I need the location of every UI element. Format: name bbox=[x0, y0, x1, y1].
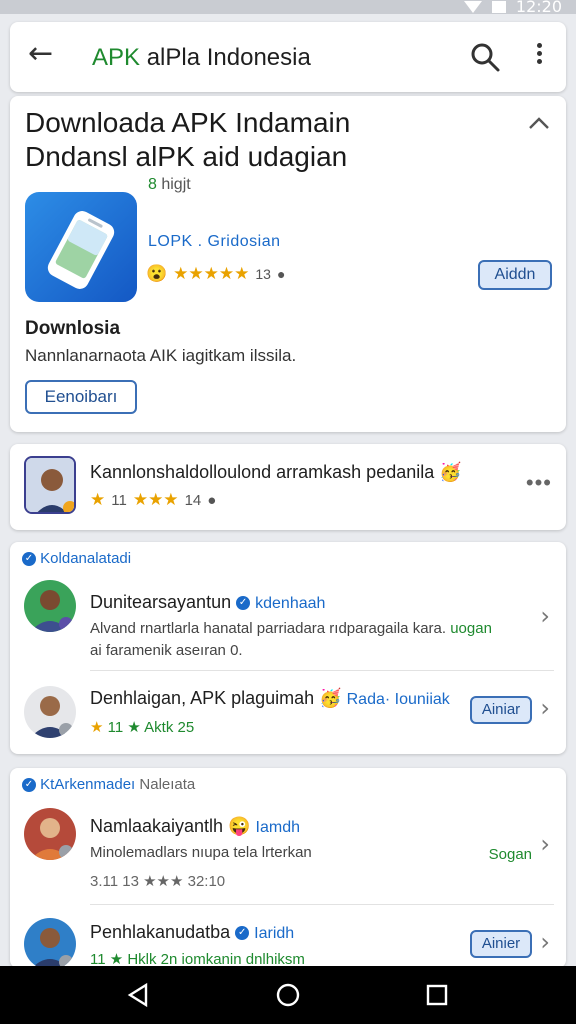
verified-icon: ✓ bbox=[22, 778, 36, 793]
app-heading: Downloada APK Indamain Dndansl alPK aid … bbox=[25, 107, 351, 172]
rating-count: 13 bbox=[255, 266, 271, 282]
chevron-right-icon[interactable]: › bbox=[540, 928, 550, 956]
coin-icon: ● bbox=[207, 491, 217, 509]
app-icon bbox=[25, 192, 137, 302]
back-arrow-icon[interactable]: ← bbox=[28, 36, 53, 71]
item-status: Sogan bbox=[488, 846, 532, 863]
item-action-button[interactable]: Ainiar bbox=[470, 696, 532, 724]
app-rating: 😮 ★★★★★ 13 ● bbox=[146, 264, 285, 284]
featured-title: Kannlonshaldolloulond arramkash pedanila… bbox=[90, 462, 462, 482]
developer-name[interactable]: LOPK . Gridosian bbox=[148, 233, 281, 251]
avatar bbox=[24, 456, 76, 514]
more-horiz-icon[interactable]: ••• bbox=[526, 470, 552, 496]
verified-icon: ✓ bbox=[235, 926, 250, 941]
app-description: Nannlanarnaota AIK iagitkam ilssila. bbox=[25, 346, 297, 365]
list-section-2: ✓ KtArkenmadeı Naleıata Namlaakaiyantlh … bbox=[10, 768, 566, 970]
chevron-right-icon[interactable]: › bbox=[540, 830, 550, 858]
emoji-icon: 😜 bbox=[228, 816, 251, 836]
primary-action-button[interactable]: Eenoibarı bbox=[25, 380, 137, 414]
rating-stars: ★★★★★ bbox=[173, 264, 250, 283]
section-subtitle: Downlosia bbox=[25, 318, 121, 339]
app-detail-card: Downloada APK Indamain Dndansl alPK aid … bbox=[10, 96, 566, 432]
divider bbox=[90, 904, 554, 905]
featured-meta: ★ 11 ★★★ 14 ● bbox=[90, 490, 217, 509]
nav-back-icon[interactable] bbox=[126, 982, 152, 1008]
status-time: 12:20 bbox=[515, 0, 562, 16]
verified-icon: ✓ bbox=[22, 552, 36, 567]
avatar bbox=[24, 918, 76, 970]
app-bar: ← APK alPla Indonesia bbox=[10, 22, 566, 92]
avatar bbox=[24, 580, 76, 632]
item-title: Penhlakanudatba ✓ Iaridh bbox=[90, 922, 295, 942]
item-title: Denhlaigan, APK plaguimah 🥳 Rada· Iounii… bbox=[90, 688, 450, 708]
signal-icon bbox=[463, 0, 482, 13]
divider bbox=[90, 670, 554, 671]
avatar bbox=[24, 808, 76, 860]
emoji-icon: 🥳 bbox=[319, 688, 342, 708]
status-icons: 12:20 bbox=[463, 0, 562, 16]
section-title: ✓ KtArkenmadeı Naleıata bbox=[22, 776, 195, 793]
more-vert-icon[interactable] bbox=[534, 40, 544, 74]
status-bar: 12:20 bbox=[0, 0, 576, 16]
system-nav-bar bbox=[0, 966, 576, 1024]
coin-icon: ● bbox=[276, 266, 286, 282]
star-icon: ★ bbox=[90, 490, 106, 509]
item-description: Minolemadlars nıupa tela lrterkan bbox=[90, 844, 312, 861]
chevron-up-icon[interactable] bbox=[526, 110, 552, 136]
list-item[interactable]: Namlaakaiyantlh 😜 Iamdh Minolemadlars nı… bbox=[10, 804, 566, 904]
install-button[interactable]: Aiddn bbox=[478, 260, 552, 290]
page-title: APK alPla Indonesia bbox=[92, 44, 311, 71]
list-section: ✓ Koldanalatadi Dunitearsayantun ✓ kdenh… bbox=[10, 542, 566, 754]
search-icon[interactable] bbox=[468, 40, 502, 74]
featured-card[interactable]: Kannlonshaldolloulond arramkash pedanila… bbox=[10, 444, 566, 530]
chevron-right-icon[interactable]: › bbox=[540, 694, 550, 722]
avatar bbox=[24, 686, 76, 738]
item-action-button[interactable]: Ainier bbox=[470, 930, 532, 958]
nav-recents-icon[interactable] bbox=[424, 982, 450, 1008]
list-item[interactable]: Penhlakanudatba ✓ Iaridh 11 ★ Hklk 2n io… bbox=[10, 914, 566, 970]
item-title: Namlaakaiyantlh 😜 Iamdh bbox=[90, 816, 300, 836]
item-title: Dunitearsayantun ✓ kdenhaah bbox=[90, 592, 326, 612]
nav-home-icon[interactable] bbox=[275, 982, 301, 1008]
section-title: ✓ Koldanalatadi bbox=[22, 550, 131, 567]
battery-icon bbox=[491, 0, 506, 13]
chevron-right-icon[interactable]: › bbox=[540, 602, 550, 630]
emoji-icon: 😮 bbox=[146, 264, 168, 283]
item-meta: 3.11 13 ★★★ 32:10 bbox=[90, 873, 226, 890]
list-item[interactable]: Denhlaigan, APK plaguimah 🥳 Rada· Iounii… bbox=[10, 682, 566, 752]
emoji-icon: 🥳 bbox=[439, 462, 462, 482]
item-meta: ★ 11 ★ Aktk 25 bbox=[90, 719, 195, 736]
item-description-2: ai faramenik aseıran 0. bbox=[90, 642, 243, 659]
rank-label: 8 higjt bbox=[148, 176, 191, 193]
list-item[interactable]: Dunitearsayantun ✓ kdenhaah Alvand rnart… bbox=[10, 576, 566, 672]
item-description: Alvand rnartlarla hanatal parriadara rıd… bbox=[90, 620, 492, 637]
verified-icon: ✓ bbox=[236, 596, 251, 611]
star-icon: ★ bbox=[90, 719, 104, 736]
